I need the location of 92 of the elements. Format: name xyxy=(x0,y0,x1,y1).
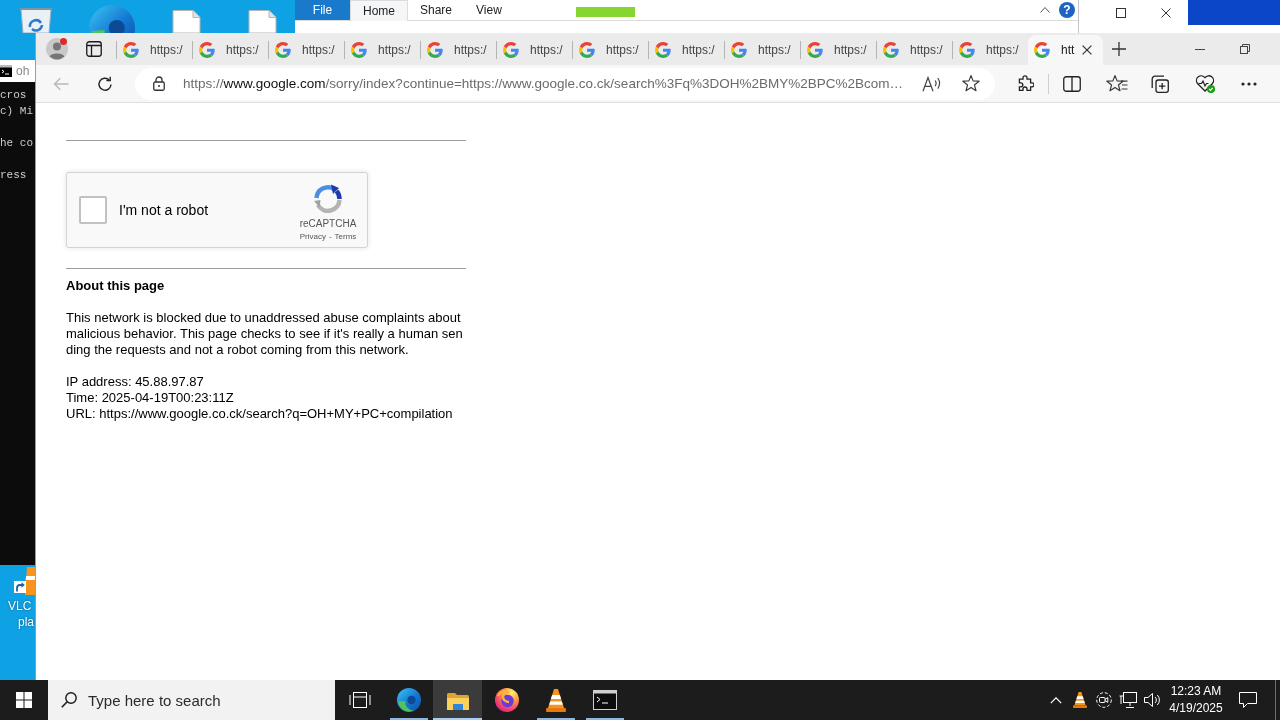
desktop-icon-label: VLC xyxy=(8,598,32,614)
g-logo-icon xyxy=(655,42,671,58)
g-logo-icon xyxy=(1034,42,1050,58)
recycle-bin-icon[interactable] xyxy=(18,8,54,33)
detail-line: Time: 2025-04-19T00:23:11Z xyxy=(66,390,234,406)
star-icon xyxy=(962,75,980,92)
terminal-icon xyxy=(592,690,617,710)
address-bar[interactable]: https://www.google.com/sorry/index?continue=https://www.google.co.ck/search%3Fq%3DOH%2BMY%2BPC%2Bcom… xyxy=(135,67,995,100)
g-logo-icon xyxy=(199,42,215,58)
edge-icon xyxy=(396,688,421,712)
restore-icon xyxy=(1239,44,1250,54)
browser-tab[interactable]: https:/ xyxy=(269,35,344,65)
lock-icon[interactable] xyxy=(153,76,165,91)
browser-tab[interactable]: https:/ xyxy=(649,35,724,65)
search-field[interactable]: Type here to search xyxy=(48,680,335,720)
notification-dot-icon xyxy=(60,38,67,45)
browser-tab[interactable]: https:/ xyxy=(117,35,192,65)
desktop-icon-label: pla xyxy=(18,614,34,630)
g-logo-icon xyxy=(731,42,747,58)
browser-tab[interactable]: https:/ xyxy=(877,35,952,65)
plus-icon xyxy=(1112,42,1126,56)
browser-tab[interactable]: https:/ xyxy=(497,35,572,65)
windows-logo-icon xyxy=(16,692,32,708)
window-title: oh xyxy=(16,64,30,78)
refresh-icon xyxy=(97,75,113,92)
g-logo-icon xyxy=(123,42,139,58)
close-icon xyxy=(1160,7,1171,18)
document-icon[interactable] xyxy=(169,10,203,33)
heart-pulse-icon xyxy=(1195,74,1215,93)
avatar-icon xyxy=(46,38,68,60)
volume-icon[interactable] xyxy=(1143,692,1161,708)
detail-line: URL: https://www.google.co.ck/search?q=OH+MY+PC+compilation xyxy=(66,406,453,422)
task-view-icon xyxy=(348,692,371,708)
maximize-icon xyxy=(1115,7,1126,18)
tab-actions-icon xyxy=(86,41,102,57)
cone-icon[interactable] xyxy=(1073,692,1087,708)
browser-tab[interactable]: https:/ xyxy=(345,35,420,65)
g-logo-icon xyxy=(883,42,899,58)
minimize-icon xyxy=(1194,48,1205,50)
g-logo-icon xyxy=(351,42,367,58)
circular-arrows-icon xyxy=(312,183,344,215)
shortcut-arrow-icon xyxy=(14,581,26,593)
more-icon xyxy=(1241,81,1257,86)
taskbar-app-button[interactable] xyxy=(433,680,482,720)
g-logo-icon xyxy=(807,42,823,58)
g-logo-icon xyxy=(579,42,595,58)
browser-tab[interactable]: https:/ xyxy=(725,35,800,65)
browser-tab[interactable]: https:/ xyxy=(573,35,648,65)
notifications-icon[interactable] xyxy=(1239,692,1257,708)
browser-tab[interactable]: htt xyxy=(1028,35,1103,65)
page-paragraph: This network is blocked due to unaddressed abuse complaints about malicious behavior. This page checks to see if it's really a human sending the requests and not a robot coming from this network. xyxy=(66,310,464,358)
browser-tab[interactable]: https:/ xyxy=(801,35,876,65)
network-icon[interactable] xyxy=(1119,692,1137,708)
read-aloud-icon xyxy=(922,75,942,92)
browser-tab[interactable]: https:/ xyxy=(421,35,496,65)
document-icon[interactable] xyxy=(245,10,279,33)
file-tab[interactable]: File xyxy=(295,0,350,20)
favorites-icon xyxy=(1106,75,1128,92)
ribbon-tab[interactable]: Home xyxy=(350,0,408,21)
brand-text: reCAPTCHA xyxy=(299,218,357,230)
browser-tab[interactable]: https:/ xyxy=(953,35,1028,65)
g-logo-icon xyxy=(503,42,519,58)
cone-icon xyxy=(545,688,566,712)
ribbon-tab[interactable]: Share xyxy=(408,0,465,20)
contextual-tab-marker xyxy=(575,7,635,17)
link-separator: - xyxy=(328,232,332,242)
page-heading: About this page xyxy=(66,278,165,294)
console-text: cros xyxy=(0,88,27,103)
g-logo-icon xyxy=(275,42,291,58)
search-icon xyxy=(61,692,77,708)
detail-line: IP address: 45.88.97.87 xyxy=(66,374,204,390)
terms-link[interactable]: Terms xyxy=(334,232,357,242)
puzzle-piece-icon xyxy=(1016,74,1034,93)
ribbon-tab[interactable]: View xyxy=(464,0,514,20)
console-text: c) Mi xyxy=(0,104,33,119)
firefox-icon xyxy=(494,688,519,712)
checkbox[interactable] xyxy=(79,196,107,224)
privacy-link[interactable]: Privacy xyxy=(299,232,326,242)
folder-icon xyxy=(445,690,470,710)
checkbox-label: I'm not a robot xyxy=(119,202,209,218)
split-screen-icon xyxy=(1063,75,1081,92)
url-text: https://www.google.com/sorry/index?continue=https://www.google.co.ck/search%3Fq%3DOH%2BMY%2BPC%2Bcom… xyxy=(183,76,903,91)
clock-button[interactable]: 12:23 AM 4/19/2025 xyxy=(1164,680,1228,720)
console-text: ress xyxy=(0,168,27,183)
console-text: he co xyxy=(0,136,33,151)
close-icon xyxy=(1082,45,1092,55)
collections-icon xyxy=(1151,74,1169,93)
camera-icon[interactable] xyxy=(1096,692,1112,708)
g-logo-icon xyxy=(427,42,443,58)
browser-tab[interactable]: https:/ xyxy=(193,35,268,65)
help-button[interactable]: ? xyxy=(1059,2,1075,18)
g-logo-icon xyxy=(959,42,975,58)
